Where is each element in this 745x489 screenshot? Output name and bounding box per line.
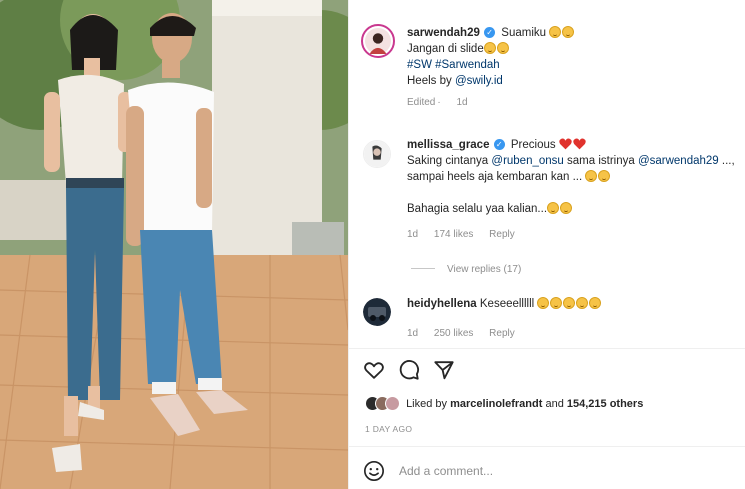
caption-text: Suamiku bbox=[501, 27, 547, 39]
couple-photo-icon bbox=[0, 0, 348, 489]
post-date[interactable]: 1 DAY AGO bbox=[365, 424, 412, 434]
heart-emoji-icon bbox=[573, 138, 586, 150]
comment-time: 1d bbox=[407, 229, 419, 240]
smile-emoji-icon bbox=[549, 26, 562, 38]
comment-likes[interactable]: 174 likes bbox=[434, 229, 473, 240]
likes-prefix: Liked by bbox=[406, 398, 451, 410]
grin-emoji-icon bbox=[589, 297, 602, 309]
comment: heidyhellena Keseeellllll 1d 250 likes R… bbox=[407, 296, 602, 342]
caption-hashtags[interactable]: #SW #Sarwendah bbox=[407, 57, 575, 73]
grin-emoji-icon bbox=[550, 297, 563, 309]
heart-icon[interactable] bbox=[363, 359, 385, 381]
view-replies-label: View replies (17) bbox=[447, 264, 522, 275]
reply-button[interactable]: Reply bbox=[489, 229, 515, 240]
section-divider bbox=[349, 446, 745, 447]
comment-text: Bahagia selalu yaa kalian... bbox=[407, 203, 548, 215]
commenter-avatar-icon bbox=[364, 141, 390, 167]
comment-text: sama istrinya bbox=[563, 155, 638, 167]
heart-emoji-icon bbox=[559, 138, 572, 150]
smile-emoji-icon bbox=[598, 170, 611, 182]
mention-link[interactable]: @sarwendah29 bbox=[638, 155, 719, 167]
smile-emoji-icon bbox=[560, 202, 573, 214]
comment: mellissa_grace ✓ Precious Saking cintany… bbox=[407, 137, 735, 243]
smile-emoji-icon bbox=[547, 202, 560, 214]
edited-label: Edited bbox=[407, 97, 436, 108]
verified-icon: ✓ bbox=[484, 27, 496, 38]
liker-username[interactable]: marcelinolefrandt bbox=[450, 398, 542, 410]
caption-text: Heels by bbox=[407, 75, 455, 87]
view-replies-button[interactable]: View replies (17) bbox=[411, 264, 521, 275]
comment-text: Saking cintanya bbox=[407, 155, 492, 167]
replies-divider bbox=[411, 268, 435, 269]
mention-link[interactable]: @ruben_onsu bbox=[491, 155, 563, 167]
smile-emoji-icon bbox=[585, 170, 598, 182]
caption-time: 1d bbox=[456, 97, 468, 108]
verified-icon: ✓ bbox=[493, 139, 505, 150]
post-caption: sarwendah29 ✓ Suamiku Jangan di slide #S… bbox=[407, 25, 575, 111]
smile-emoji-icon bbox=[562, 26, 575, 38]
section-divider bbox=[349, 348, 745, 349]
grin-emoji-icon bbox=[537, 297, 550, 309]
commenter-avatar[interactable] bbox=[363, 140, 391, 168]
likes-summary: Liked by marcelinolefrandt and 154,215 o… bbox=[365, 396, 643, 416]
comment-text: Precious bbox=[510, 139, 556, 151]
liker-avatars[interactable] bbox=[365, 396, 400, 416]
commenter-avatar-icon bbox=[363, 298, 391, 326]
add-comment-bar: Add a comment... bbox=[363, 460, 733, 482]
likes-count[interactable]: 154,215 others bbox=[567, 398, 643, 410]
comment-text: sampai heels aja kembaran kan ... bbox=[407, 171, 583, 183]
author-avatar-icon bbox=[365, 28, 391, 54]
commenter-avatar[interactable] bbox=[363, 298, 391, 326]
caption-username[interactable]: sarwendah29 bbox=[407, 27, 480, 39]
add-comment-input[interactable]: Add a comment... bbox=[399, 464, 493, 478]
comment-username[interactable]: mellissa_grace bbox=[407, 139, 489, 151]
grin-emoji-icon bbox=[563, 297, 576, 309]
comment-icon[interactable] bbox=[398, 359, 420, 381]
comment-likes[interactable]: 250 likes bbox=[434, 328, 473, 339]
comment-username[interactable]: heidyhellena bbox=[407, 298, 477, 310]
liker-avatar bbox=[385, 396, 400, 411]
smile-emoji-icon bbox=[483, 42, 496, 54]
post-photo[interactable] bbox=[0, 0, 348, 489]
share-icon[interactable] bbox=[433, 359, 455, 381]
author-avatar[interactable] bbox=[361, 24, 395, 58]
smile-emoji-icon bbox=[496, 42, 509, 54]
reply-button[interactable]: Reply bbox=[489, 328, 515, 339]
comment-time: 1d bbox=[407, 328, 419, 339]
comment-text: Keseeellllll bbox=[479, 298, 535, 310]
mention-link[interactable]: @swily.id bbox=[455, 75, 503, 87]
likes-middle: and bbox=[542, 398, 567, 410]
emoji-icon[interactable] bbox=[363, 460, 385, 482]
caption-text: Jangan di slide bbox=[407, 43, 484, 55]
grin-emoji-icon bbox=[576, 297, 589, 309]
comment-text: ..., bbox=[718, 155, 735, 167]
post-details-panel: sarwendah29 ✓ Suamiku Jangan di slide #S… bbox=[348, 0, 745, 489]
